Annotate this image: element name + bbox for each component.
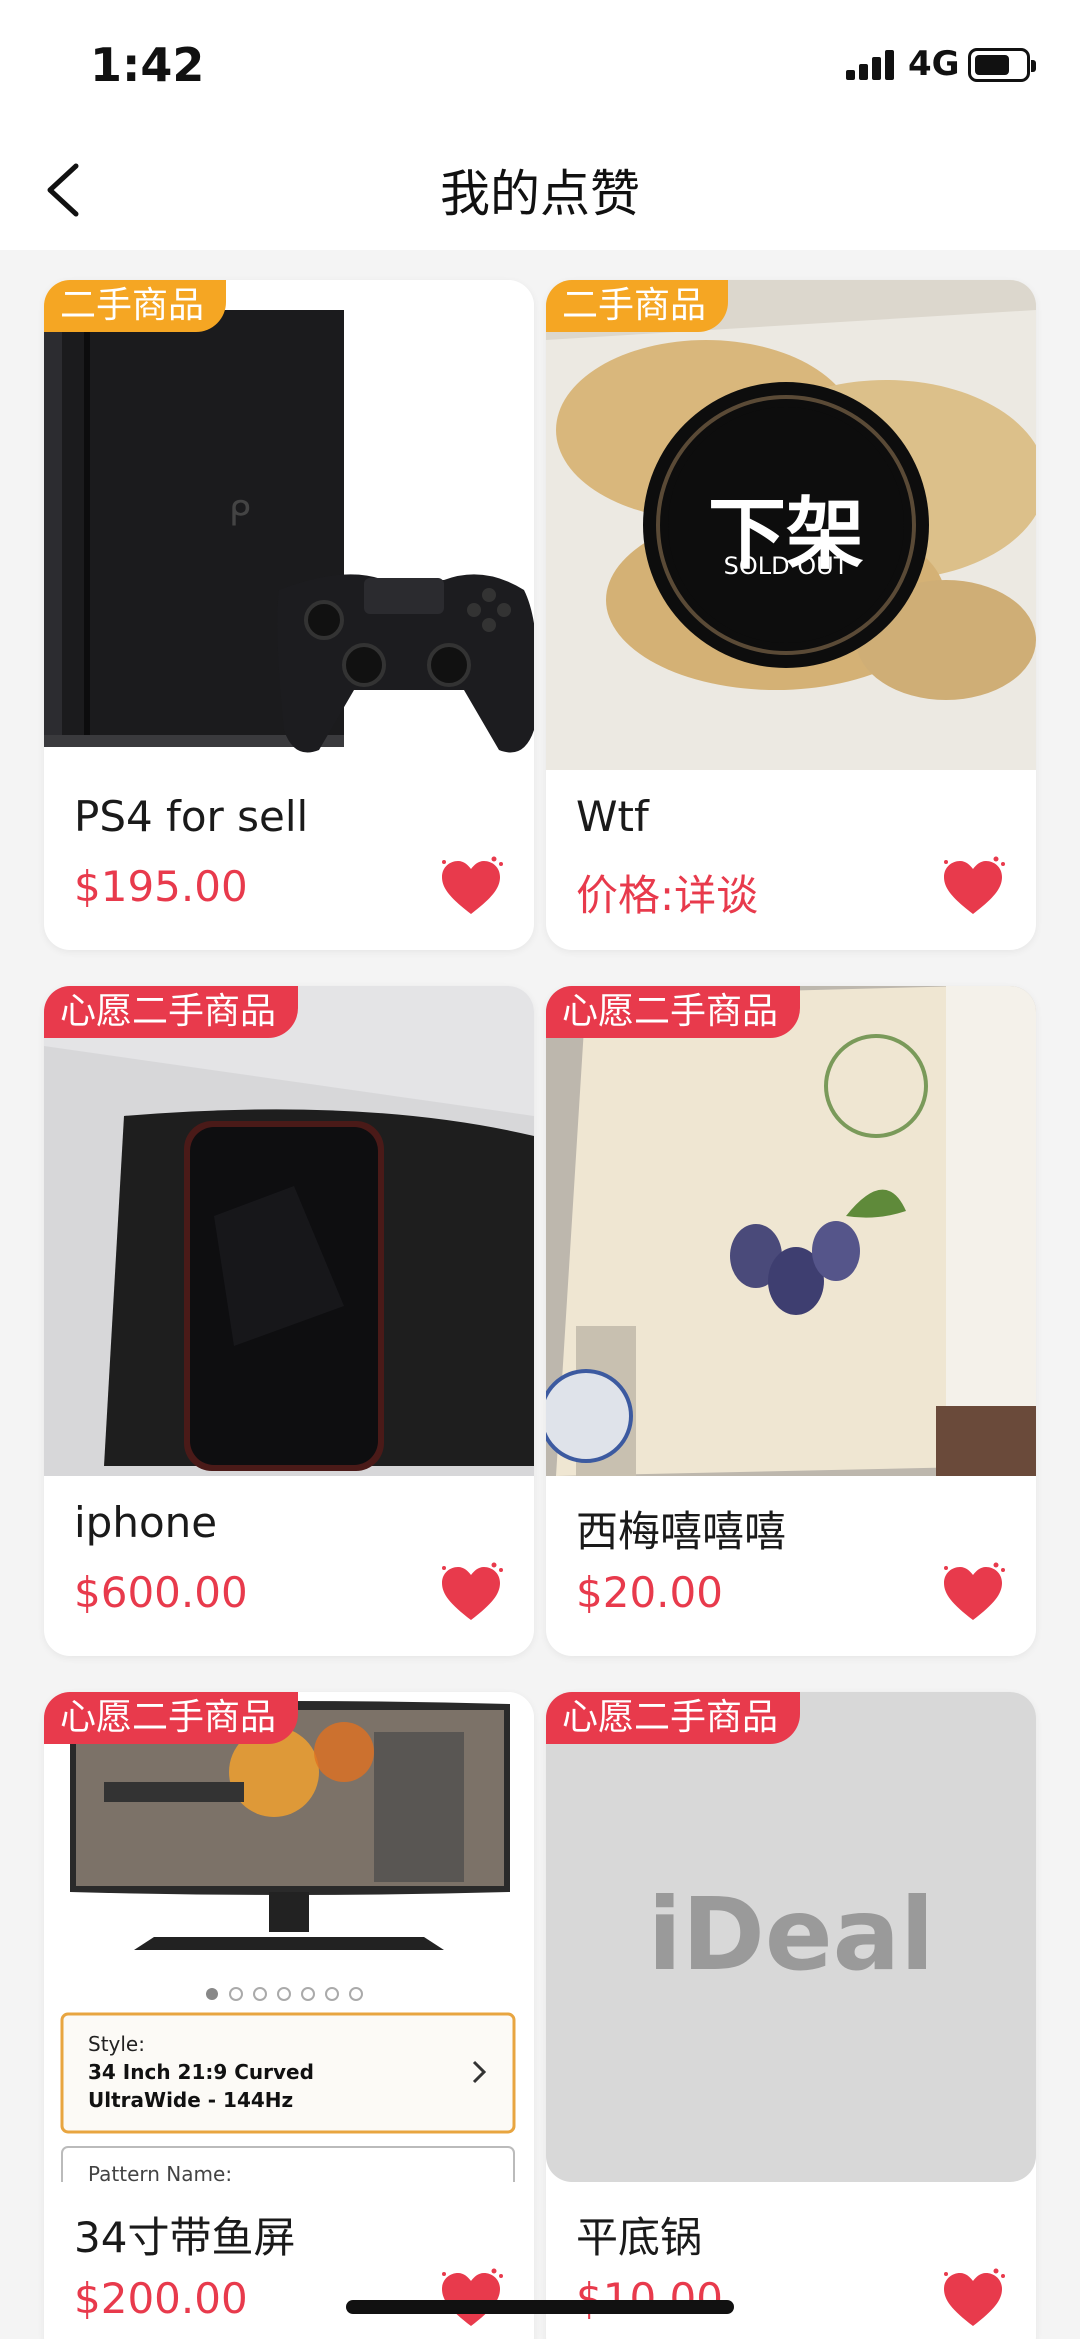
product-price: $10.00	[576, 2274, 723, 2323]
product-price: $200.00	[74, 2274, 248, 2323]
product-image-prunes	[546, 986, 1036, 1476]
network-label: 4G	[908, 44, 960, 84]
product-name: 平底锅	[576, 2213, 703, 2262]
product-image-phone	[44, 986, 534, 1476]
nav-bar: 我的点赞	[0, 130, 1080, 250]
status-bar: 1:42 4G	[0, 0, 1080, 130]
signal-icon	[846, 48, 896, 80]
heart-liked-icon[interactable]	[436, 2264, 506, 2334]
product-price: $600.00	[74, 1568, 248, 1617]
placeholder-logo: iDeal	[647, 1876, 935, 1993]
sold-out-badge-sub: SOLD OUT	[723, 552, 849, 580]
heart-liked-icon[interactable]	[938, 2264, 1008, 2334]
product-name: PS4 for sell	[74, 792, 309, 841]
item-tag: 心愿二手商品	[44, 1692, 299, 1744]
product-name: 34寸带鱼屏	[74, 2213, 296, 2262]
product-card[interactable]: iDeal 心愿二手商品 平底锅 $10.00	[546, 1692, 1036, 2339]
product-card[interactable]: 心愿二手商品 iphone $600.00	[44, 986, 534, 1656]
liked-items-grid: ᑭ 二手商品 PS4 for sell $195.00 下架 SOLD OUT …	[0, 250, 1080, 2339]
product-price: 价格:详谈	[576, 871, 759, 920]
heart-liked-icon[interactable]	[938, 852, 1008, 922]
product-name: iphone	[74, 1498, 218, 1547]
product-name: 西梅嘻嘻嘻	[576, 1507, 787, 1556]
product-price: $195.00	[74, 862, 248, 911]
listing-style-value-1: 34 Inch 21:9 Curved	[88, 2060, 314, 2084]
listing-style-value-2: UltraWide - 144Hz	[88, 2088, 294, 2112]
item-tag: 心愿二手商品	[546, 986, 801, 1038]
product-card[interactable]: ᑭ 二手商品 PS4 for sell $195.00	[44, 280, 534, 950]
product-image-ps4: ᑭ	[44, 280, 534, 770]
heart-liked-icon[interactable]	[938, 1558, 1008, 1628]
product-card[interactable]: 下架 SOLD OUT 二手商品 Wtf 价格:详谈	[546, 280, 1036, 950]
page-title: 我的点赞	[440, 165, 640, 223]
status-time: 1:42	[90, 38, 205, 92]
heart-liked-icon[interactable]	[436, 1558, 506, 1628]
svg-text:ᑭ: ᑭ	[229, 494, 250, 534]
product-price: $20.00	[576, 1568, 723, 1617]
product-name: Wtf	[576, 792, 649, 841]
product-card[interactable]: Style: 34 Inch 21:9 Curved UltraWide - 1…	[44, 1692, 534, 2339]
item-tag: 二手商品	[546, 280, 729, 332]
listing-style-label: Style:	[88, 2032, 145, 2056]
product-card[interactable]: 心愿二手商品 西梅嘻嘻嘻 $20.00	[546, 986, 1036, 1656]
product-image-placeholder: iDeal	[546, 1692, 1036, 2182]
heart-liked-icon[interactable]	[436, 852, 506, 922]
home-indicator[interactable]	[346, 2300, 734, 2314]
item-tag: 心愿二手商品	[44, 986, 299, 1038]
item-tag: 二手商品	[44, 280, 227, 332]
item-tag: 心愿二手商品	[546, 1692, 801, 1744]
battery-icon	[968, 48, 1036, 82]
